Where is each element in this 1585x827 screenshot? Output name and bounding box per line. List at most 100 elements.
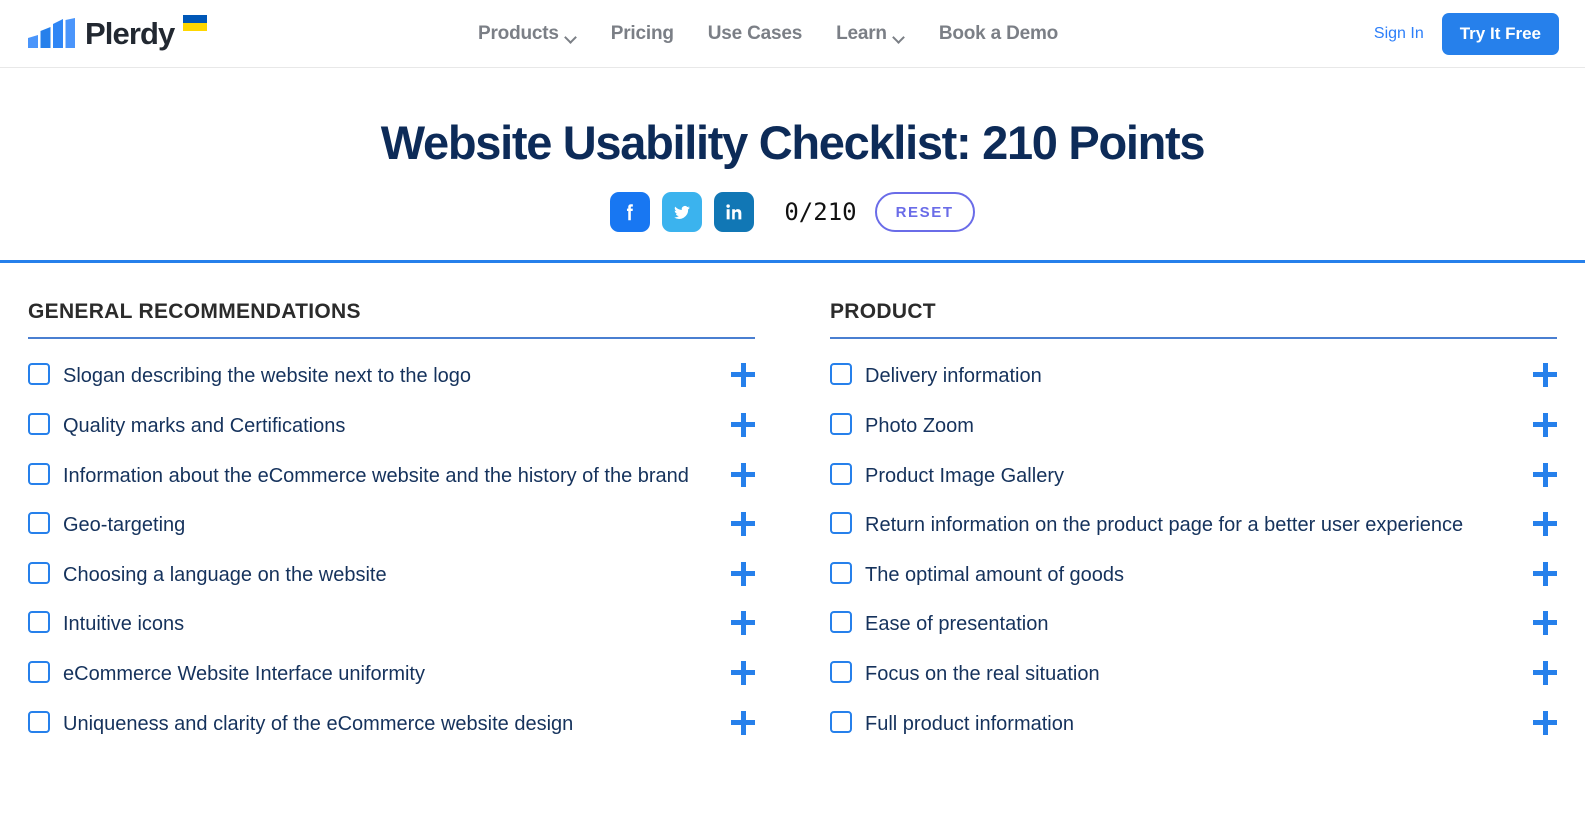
expand-plus-icon[interactable] (1533, 561, 1557, 586)
checklist-column-general-recommendations: GENERAL RECOMMENDATIONS Slogan describin… (28, 263, 755, 758)
nav-item-label: Learn (836, 23, 887, 44)
checklist-item[interactable]: Intuitive icons (28, 609, 755, 640)
checklist-item[interactable]: Quality marks and Certifications (28, 411, 755, 442)
brand-name: Plerdy (85, 16, 175, 51)
checklist-item[interactable]: Photo Zoom (830, 411, 1557, 442)
expand-plus-icon[interactable] (731, 412, 755, 437)
header-actions: Sign In Try It Free (1374, 12, 1559, 55)
share-linkedin-button[interactable] (714, 192, 755, 233)
hero-meta-row: 0/210 RESET (0, 192, 1585, 233)
checklist-column-product: PRODUCT Delivery information Photo Zoom … (830, 263, 1557, 758)
item-checkbox[interactable] (830, 512, 852, 535)
item-checkbox[interactable] (28, 660, 50, 683)
brand-logo[interactable]: Plerdy (28, 14, 208, 53)
item-checkbox[interactable] (830, 462, 852, 485)
nav-item-pricing[interactable]: Pricing (611, 23, 674, 45)
share-facebook-button[interactable] (610, 192, 651, 233)
flag-yellow-stripe (183, 23, 208, 31)
expand-plus-icon[interactable] (731, 660, 755, 685)
checklist-item[interactable]: Ease of presentation (830, 609, 1557, 640)
expand-plus-icon[interactable] (731, 363, 755, 388)
section-heading: PRODUCT (830, 263, 1557, 340)
item-label[interactable]: Product Image Gallery (852, 461, 1533, 492)
linkedin-icon (726, 204, 742, 220)
expand-plus-icon[interactable] (1533, 462, 1557, 487)
item-checkbox[interactable] (28, 462, 50, 485)
item-label[interactable]: Focus on the real situation (852, 659, 1533, 690)
item-label[interactable]: Choosing a language on the website (50, 560, 731, 591)
expand-plus-icon[interactable] (1533, 611, 1557, 636)
nav-item-learn[interactable]: Learn (836, 23, 905, 45)
expand-plus-icon[interactable] (1533, 412, 1557, 437)
item-label[interactable]: Ease of presentation (852, 609, 1533, 640)
checklist-item[interactable]: Slogan describing the website next to th… (28, 361, 755, 392)
item-label[interactable]: Photo Zoom (852, 411, 1533, 442)
sign-in-link[interactable]: Sign In (1374, 25, 1424, 43)
item-checkbox[interactable] (830, 561, 852, 584)
item-label[interactable]: Delivery information (852, 361, 1533, 392)
site-header: Plerdy Products Pricing Use Cases Learn … (0, 0, 1585, 68)
item-checkbox[interactable] (28, 412, 50, 435)
item-checkbox[interactable] (28, 512, 50, 535)
item-checkbox[interactable] (830, 412, 852, 435)
nav-item-products[interactable]: Products (478, 23, 577, 45)
item-checkbox[interactable] (28, 363, 50, 386)
try-it-free-button[interactable]: Try It Free (1441, 12, 1559, 55)
facebook-icon (627, 204, 634, 221)
item-label[interactable]: Uniqueness and clarity of the eCommerce … (50, 709, 731, 740)
checklist-item[interactable]: Geo-targeting (28, 510, 755, 541)
chevron-down-icon (566, 33, 577, 40)
checklist-item[interactable]: Full product information (830, 709, 1557, 740)
nav-item-label: Book a Demo (938, 23, 1059, 44)
twitter-icon (674, 206, 691, 220)
hero-section: Website Usability Checklist: 210 Points … (0, 68, 1585, 264)
item-label[interactable]: Intuitive icons (50, 609, 731, 640)
expand-plus-icon[interactable] (731, 611, 755, 636)
item-label[interactable]: Return information on the product page f… (852, 510, 1533, 541)
checklist-item[interactable]: Uniqueness and clarity of the eCommerce … (28, 709, 755, 740)
item-label[interactable]: eCommerce Website Interface uniformity (50, 659, 731, 690)
checklist-columns: GENERAL RECOMMENDATIONS Slogan describin… (0, 263, 1585, 758)
expand-plus-icon[interactable] (731, 512, 755, 537)
item-label[interactable]: Slogan describing the website next to th… (50, 361, 731, 392)
expand-plus-icon[interactable] (1533, 710, 1557, 735)
nav-item-book-a-demo[interactable]: Book a Demo (939, 23, 1058, 45)
expand-plus-icon[interactable] (1533, 512, 1557, 537)
item-checkbox[interactable] (28, 611, 50, 634)
checklist-item[interactable]: Information about the eCommerce website … (28, 461, 755, 492)
item-checkbox[interactable] (28, 561, 50, 584)
item-checkbox[interactable] (830, 363, 852, 386)
checklist-item[interactable]: Delivery information (830, 361, 1557, 392)
checklist-item[interactable]: The optimal amount of goods (830, 560, 1557, 591)
reset-button[interactable]: RESET (874, 192, 975, 233)
nav-item-use-cases[interactable]: Use Cases (707, 23, 803, 45)
nav-item-label: Products (478, 23, 559, 44)
checklist-item[interactable]: Choosing a language on the website (28, 560, 755, 591)
share-twitter-button[interactable] (662, 192, 703, 233)
item-checkbox[interactable] (28, 710, 50, 733)
item-label[interactable]: Geo-targeting (50, 510, 731, 541)
item-label[interactable]: Quality marks and Certifications (50, 411, 731, 442)
ukraine-flag-icon (183, 15, 208, 31)
checklist-item[interactable]: Return information on the product page f… (830, 510, 1557, 541)
item-label[interactable]: Information about the eCommerce website … (50, 461, 731, 492)
bar-chart-logo-icon (28, 18, 76, 53)
item-checkbox[interactable] (830, 710, 852, 733)
expand-plus-icon[interactable] (731, 462, 755, 487)
item-checkbox[interactable] (830, 611, 852, 634)
item-label[interactable]: The optimal amount of goods (852, 560, 1533, 591)
checklist-item[interactable]: eCommerce Website Interface uniformity (28, 659, 755, 690)
expand-plus-icon[interactable] (731, 710, 755, 735)
expand-plus-icon[interactable] (1533, 660, 1557, 685)
flag-blue-stripe (183, 15, 208, 23)
nav-item-label: Pricing (610, 23, 674, 44)
page-title: Website Usability Checklist: 210 Points (380, 116, 1206, 169)
main-navigation: Products Pricing Use Cases Learn Book a … (478, 0, 1058, 68)
checklist-item[interactable]: Product Image Gallery (830, 461, 1557, 492)
item-checkbox[interactable] (830, 660, 852, 683)
expand-plus-icon[interactable] (731, 561, 755, 586)
expand-plus-icon[interactable] (1533, 363, 1557, 388)
item-label[interactable]: Full product information (852, 709, 1533, 740)
checklist-item[interactable]: Focus on the real situation (830, 659, 1557, 690)
nav-item-label: Use Cases (707, 23, 803, 44)
